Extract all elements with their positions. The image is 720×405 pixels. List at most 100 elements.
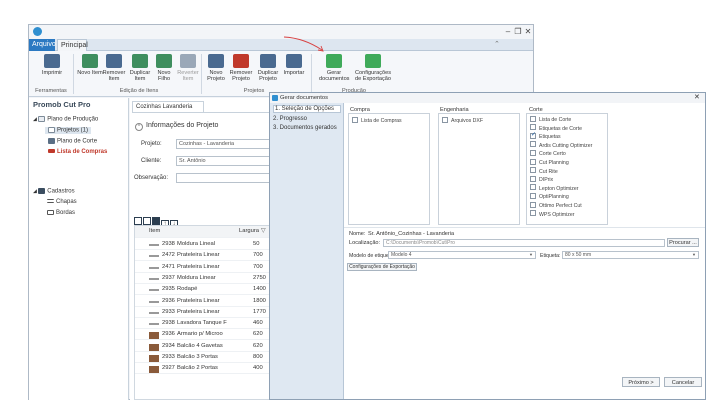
table-row[interactable]: 2472 Prateleira Linear 700 xyxy=(135,250,269,262)
part-icon xyxy=(149,355,159,362)
observacao-field[interactable] xyxy=(176,173,270,183)
import-button[interactable]: Importar xyxy=(281,54,307,86)
localizacao-field[interactable]: C:\Documents\Promob\Cut\Pro xyxy=(383,239,665,247)
ribbon-tab-row: Arquivo Principal ⌃ xyxy=(29,39,533,51)
checkbox-corte-option[interactable]: Corte Certo xyxy=(530,150,607,159)
checkbox-corte-option[interactable]: Lepton Optimizer xyxy=(530,184,607,194)
modelo-etiqueta-select[interactable]: Modelo 4 ▼ xyxy=(388,251,536,259)
checkbox-box[interactable] xyxy=(530,158,536,165)
checkbox-box[interactable] xyxy=(530,167,536,174)
table-row[interactable]: 2935 Rodapé 1400 xyxy=(135,284,269,296)
item-largura: 700 xyxy=(253,263,263,270)
tree-item-lista-compras[interactable]: Lista de Compras xyxy=(48,149,107,155)
table-row[interactable]: 2927 Balcão 2 Portas 400 xyxy=(135,363,269,375)
checkbox-arquivos-dxf[interactable]: Arquivos DXF xyxy=(442,116,519,126)
item-name: Prateleira Linear xyxy=(177,263,220,270)
checkbox-corte-option[interactable]: DIPrix xyxy=(530,175,607,185)
dialog-close-button[interactable]: ✕ xyxy=(694,93,700,103)
table-row[interactable]: 2933 Balcão 3 Portas 800 xyxy=(135,352,269,363)
step-selecao[interactable]: 1. Seleção de Opções xyxy=(273,105,341,113)
projeto-field[interactable]: Cozinhas - Lavanderia xyxy=(176,139,270,149)
tab-arquivo[interactable]: Arquivo xyxy=(29,39,56,51)
new-child-button[interactable]: Novo Filho xyxy=(151,54,177,86)
group-label-edicao: Edição de Itens xyxy=(119,88,159,94)
collapse-chevron-icon[interactable]: ⌃ xyxy=(135,123,143,131)
generate-documents-button[interactable]: Gerar documentos xyxy=(319,54,349,86)
table-row[interactable]: 2938 Moldura Lineal 50 xyxy=(135,239,269,250)
tree-item-plano-corte[interactable]: Plano de Corte xyxy=(48,138,97,145)
new-child-icon xyxy=(156,54,172,68)
minimize-button[interactable]: – xyxy=(503,26,513,37)
revert-item-button[interactable]: Reverter Item xyxy=(175,54,201,86)
checkbox-box[interactable] xyxy=(530,124,536,131)
cut-plan-icon xyxy=(48,138,55,144)
collapse-ribbon-button[interactable]: ⌃ xyxy=(491,39,503,51)
new-item-button[interactable]: Novo Item xyxy=(77,54,103,86)
step-progresso[interactable]: 2. Progresso xyxy=(273,116,307,122)
checkbox-box[interactable] xyxy=(530,210,536,217)
duplicate-project-button[interactable]: Duplicar Projeto xyxy=(255,54,281,86)
checkbox-box[interactable] xyxy=(530,201,536,208)
expand-all-icon[interactable] xyxy=(134,217,142,225)
tree-item-chapas[interactable]: Chapas xyxy=(47,199,77,205)
collapse-all-icon[interactable] xyxy=(143,217,151,225)
item-largura: 1800 xyxy=(253,297,266,304)
checkbox-corte-option[interactable]: Ottimo Perfect Cut xyxy=(530,201,607,211)
checkbox-corte-option[interactable]: WPS Optimizer xyxy=(530,210,607,220)
generate-documents-icon xyxy=(326,54,342,68)
header-largura[interactable]: Largura xyxy=(239,226,259,237)
step-documentos[interactable]: 3. Documentos gerados xyxy=(273,125,337,131)
tree-item-bordas[interactable]: Bordas xyxy=(47,210,75,216)
filter-icon[interactable]: ▽ xyxy=(261,226,265,237)
checkbox-box[interactable] xyxy=(530,115,536,122)
table-row[interactable]: 2938 Lavadora Tanque F 460 xyxy=(135,318,269,330)
export-settings-dialog-button[interactable]: Configurações de Exportação xyxy=(347,263,417,271)
checkbox-corte-option[interactable]: Cut Planning xyxy=(530,158,607,168)
etiqueta-select[interactable]: 80 x 50 mm ▼ xyxy=(562,251,699,259)
item-name: Moldura Linear xyxy=(177,274,216,281)
table-row[interactable]: 2936 Armario p/ Microo 620 xyxy=(135,329,269,341)
print-button[interactable]: Imprimir xyxy=(39,54,65,86)
cliente-field[interactable]: Sr. Antônio xyxy=(176,156,270,166)
checkbox-corte-option[interactable]: Ardis Cutting Optimizer xyxy=(530,141,607,151)
procurar-button[interactable]: Procurar ... xyxy=(667,238,699,247)
header-item[interactable]: Item xyxy=(149,226,160,237)
next-button[interactable]: Próximo > xyxy=(622,377,660,387)
checkbox-corte-option[interactable]: Etiquetas xyxy=(530,131,607,142)
table-row[interactable]: 2933 Prateleira Linear 1770 xyxy=(135,307,269,318)
document-tab[interactable]: Cozinhas Lavanderia xyxy=(132,101,204,112)
checkbox-corte-option[interactable]: Etiquetas de Corte xyxy=(530,124,607,134)
table-row[interactable]: 2934 Balcão 4 Gavetas 620 xyxy=(135,341,269,352)
table-row[interactable]: 2936 Prateleira Linear 1800 xyxy=(135,296,269,307)
table-row[interactable]: 2471 Prateleira Linear 700 xyxy=(135,262,269,273)
duplicate-item-button[interactable]: Duplicar Item xyxy=(127,54,153,86)
checkbox-box[interactable] xyxy=(530,131,536,139)
checkbox-corte-option[interactable]: Cut Rite xyxy=(530,167,607,177)
restore-button[interactable]: ❐ xyxy=(513,26,523,37)
tree-item-projetos[interactable]: Projetos (1) xyxy=(45,127,92,134)
select-icon[interactable] xyxy=(152,217,160,225)
checkbox-corte-option[interactable]: OptiPlanning xyxy=(530,192,607,202)
remove-item-button[interactable]: Remover Item xyxy=(101,54,127,86)
cancel-button[interactable]: Cancelar xyxy=(664,377,702,387)
new-project-button[interactable]: Novo Projeto xyxy=(203,54,229,86)
section-title: Informações do Projeto xyxy=(146,122,219,129)
item-largura: 800 xyxy=(253,354,263,360)
checkbox-box[interactable] xyxy=(530,141,536,148)
checkbox-corte-option[interactable]: Lista de Corte xyxy=(530,115,607,125)
checkbox-box[interactable] xyxy=(530,175,536,182)
part-icon xyxy=(149,266,159,269)
export-settings-button[interactable]: Configurações de Exportação xyxy=(353,54,393,86)
remove-project-button[interactable]: Remover Projeto xyxy=(228,54,254,86)
tree-item-cadastros[interactable]: ◢ Cadastros xyxy=(33,188,75,195)
table-row[interactable]: 2937 Moldura Linear 2750 xyxy=(135,273,269,284)
checkbox-box[interactable] xyxy=(530,184,536,191)
checkbox-box[interactable] xyxy=(352,116,358,123)
tab-principal[interactable]: Principal xyxy=(57,39,88,51)
tree-item-plano-producao[interactable]: ◢ Plano de Produção xyxy=(33,116,98,123)
checkbox-lista-compras[interactable]: Lista de Compras xyxy=(352,116,429,126)
close-window-button[interactable]: ✕ xyxy=(523,26,533,37)
checkbox-box[interactable] xyxy=(530,150,536,156)
checkbox-box[interactable] xyxy=(442,116,448,123)
checkbox-box[interactable] xyxy=(530,192,536,199)
